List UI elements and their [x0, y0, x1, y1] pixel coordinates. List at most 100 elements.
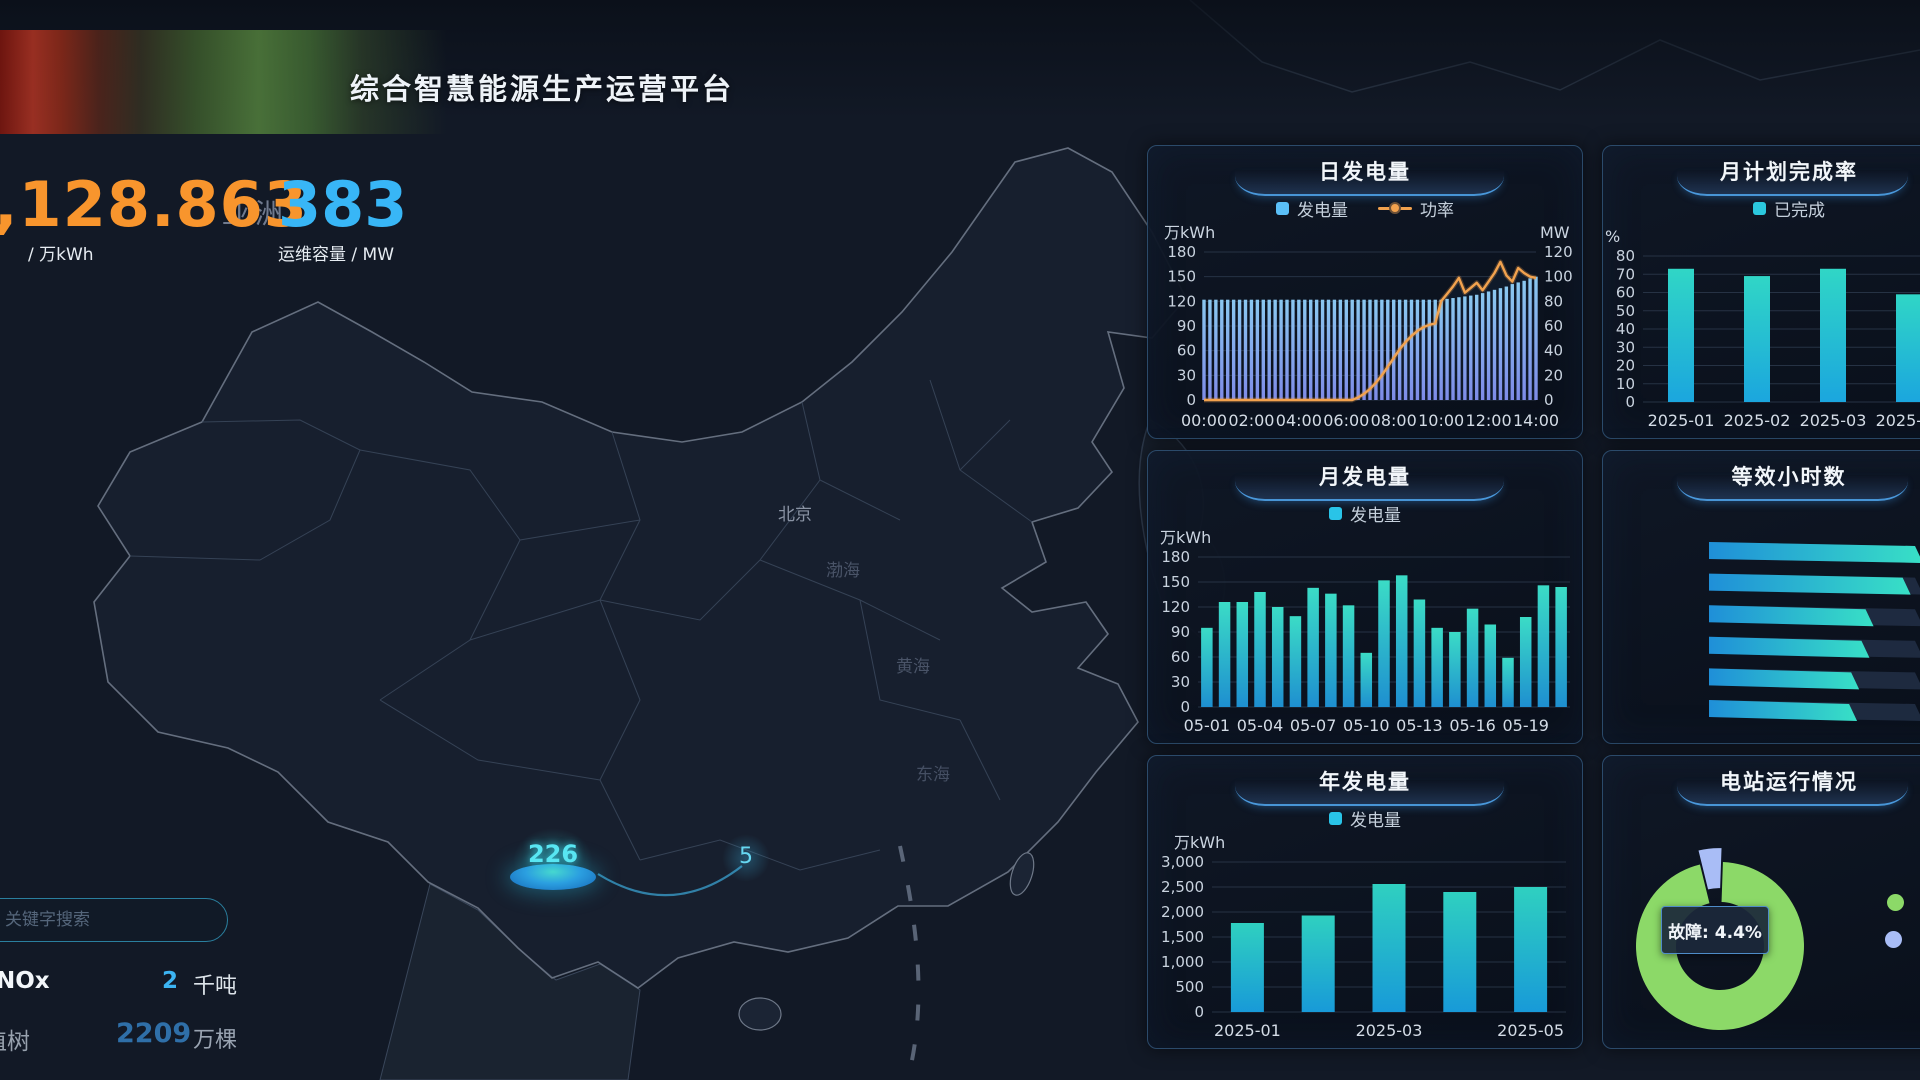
marker-count: 5 [722, 844, 770, 869]
page-title: 综合智慧能源生产运营平台 [242, 66, 842, 108]
svg-text:180: 180 [1167, 243, 1196, 261]
marker-count: 226 [505, 840, 601, 868]
svg-text:2025-02: 2025-02 [1724, 411, 1791, 430]
svg-text:50: 50 [1616, 302, 1635, 320]
svg-text:2,000: 2,000 [1161, 903, 1204, 921]
legend-chip [1329, 507, 1342, 520]
svg-text:40: 40 [1544, 342, 1563, 360]
eco-nox-value: 2 [162, 968, 178, 994]
svg-text:2025-04: 2025-04 [1876, 411, 1920, 430]
svg-text:40: 40 [1616, 320, 1635, 338]
legend-item-generation[interactable]: 发电量 [1329, 501, 1401, 526]
legend-line-marker [1378, 207, 1412, 210]
svg-text:2025-03: 2025-03 [1356, 1021, 1423, 1040]
legend-label: 发电量 [1350, 501, 1401, 526]
svg-text:30: 30 [1177, 366, 1196, 384]
panel-monthly-plan-completion: 月计划完成率 已完成 01020304050607080%2025-012025… [1602, 145, 1920, 439]
dashboard-stage: 综合智慧能源生产运营平台 亚洲 ,128.863 / 万kWh 383 运维容量… [0, 0, 1920, 1080]
monthly-generation-chart: 0306090120150180万kWh05-0105-0405-0705-10… [1148, 527, 1582, 739]
svg-text:80: 80 [1616, 247, 1635, 265]
kpi-generation-value: ,128.863 [0, 168, 308, 241]
eco-nox-label: NOx [0, 968, 50, 994]
legend-dot-fault[interactable] [1885, 931, 1902, 948]
legend-item-power[interactable]: 功率 [1378, 196, 1454, 221]
svg-text:60: 60 [1616, 284, 1635, 302]
daily-generation-chart: 0306090120150180020406080100120万kWhMW00:… [1148, 222, 1582, 434]
kpi-capacity-unit: 运维容量 / MW [278, 240, 394, 265]
legend-item-completed[interactable]: 已完成 [1753, 196, 1825, 221]
svg-text:05-07: 05-07 [1290, 716, 1337, 735]
legend-item-generation[interactable]: 发电量 [1329, 806, 1401, 831]
panel-title: 电站运行情况 [1603, 766, 1920, 796]
yearly-generation-chart: 05001,0001,5002,0002,5003,000万kWh2025-01… [1148, 832, 1582, 1044]
svg-text:04:00: 04:00 [1276, 411, 1322, 430]
eco-trees-unit: 万棵 [193, 1022, 237, 1054]
equivalent-hours-chart [1603, 497, 1920, 743]
panel-title: 等效小时数 [1603, 461, 1920, 491]
hainan-island [739, 998, 781, 1030]
map-label-beijing: 北京 [778, 500, 812, 525]
panel-daily-generation: 日发电量 发电量 功率 0306090120150180020406080100… [1147, 145, 1583, 439]
svg-text:1,500: 1,500 [1161, 928, 1204, 946]
map-label-bohai-sea: 渤海 [826, 556, 860, 581]
svg-text:20: 20 [1616, 357, 1635, 375]
svg-text:60: 60 [1177, 342, 1196, 360]
svg-text:120: 120 [1544, 243, 1573, 261]
svg-text:60: 60 [1171, 648, 1190, 666]
svg-text:30: 30 [1171, 673, 1190, 691]
svg-text:00:00: 00:00 [1181, 411, 1227, 430]
svg-text:1,000: 1,000 [1161, 953, 1204, 971]
svg-text:0: 0 [1186, 391, 1196, 409]
legend-label: 已完成 [1774, 196, 1825, 221]
panel-equivalent-hours: 等效小时数 [1602, 450, 1920, 744]
svg-text:08:00: 08:00 [1371, 411, 1417, 430]
panel-title: 月发电量 [1148, 461, 1582, 491]
svg-text:30: 30 [1616, 338, 1635, 356]
legend-label: 发电量 [1297, 196, 1348, 221]
svg-text:MW: MW [1540, 223, 1570, 242]
legend-chip [1753, 202, 1766, 215]
svg-text:120: 120 [1167, 292, 1196, 310]
svg-text:05-04: 05-04 [1237, 716, 1284, 735]
svg-text:12:00: 12:00 [1466, 411, 1512, 430]
panel-station-status: 电站运行情况 故障: 4.4% [1602, 755, 1920, 1049]
svg-text:70: 70 [1616, 265, 1635, 283]
svg-text:%: % [1605, 227, 1620, 246]
map-station-marker-large[interactable]: 226 [505, 834, 601, 894]
search-input[interactable] [3, 899, 207, 941]
svg-text:10: 10 [1616, 375, 1635, 393]
legend-chip [1276, 202, 1289, 215]
svg-text:万kWh: 万kWh [1174, 833, 1225, 852]
svg-text:80: 80 [1544, 292, 1563, 310]
legend-chip [1329, 812, 1342, 825]
svg-text:2025-01: 2025-01 [1214, 1021, 1281, 1040]
svg-text:14:00: 14:00 [1513, 411, 1559, 430]
svg-text:100: 100 [1544, 268, 1573, 286]
panel-title: 日发电量 [1148, 156, 1582, 186]
legend-label: 发电量 [1350, 806, 1401, 831]
kpi-generation-unit: / 万kWh [28, 240, 94, 265]
svg-text:3,000: 3,000 [1161, 853, 1204, 871]
svg-text:0: 0 [1544, 391, 1554, 409]
svg-text:2025-05: 2025-05 [1497, 1021, 1564, 1040]
legend-dot-normal[interactable] [1887, 894, 1904, 911]
svg-text:05-13: 05-13 [1396, 716, 1443, 735]
svg-text:0: 0 [1180, 698, 1190, 716]
svg-text:120: 120 [1161, 598, 1190, 616]
eco-trees-label: 植树 [0, 1022, 30, 1056]
svg-text:06:00: 06:00 [1323, 411, 1369, 430]
map-station-marker-small[interactable]: 5 [722, 834, 770, 882]
map-label-east-sea: 东海 [916, 760, 950, 785]
svg-text:0: 0 [1194, 1003, 1204, 1021]
panel-yearly-generation: 年发电量 发电量 05001,0001,5002,0002,5003,000万k… [1147, 755, 1583, 1049]
svg-text:05-01: 05-01 [1184, 716, 1231, 735]
svg-text:90: 90 [1171, 623, 1190, 641]
legend-item-generation[interactable]: 发电量 [1276, 196, 1348, 221]
svg-text:20: 20 [1544, 366, 1563, 384]
svg-text:05-10: 05-10 [1343, 716, 1390, 735]
panel-title: 年发电量 [1148, 766, 1582, 796]
eco-nox-unit: 千吨 [193, 968, 237, 1000]
svg-text:05-19: 05-19 [1502, 716, 1549, 735]
svg-text:2025-03: 2025-03 [1800, 411, 1867, 430]
monthly-plan-chart: 01020304050607080%2025-012025-022025-032… [1603, 222, 1920, 434]
